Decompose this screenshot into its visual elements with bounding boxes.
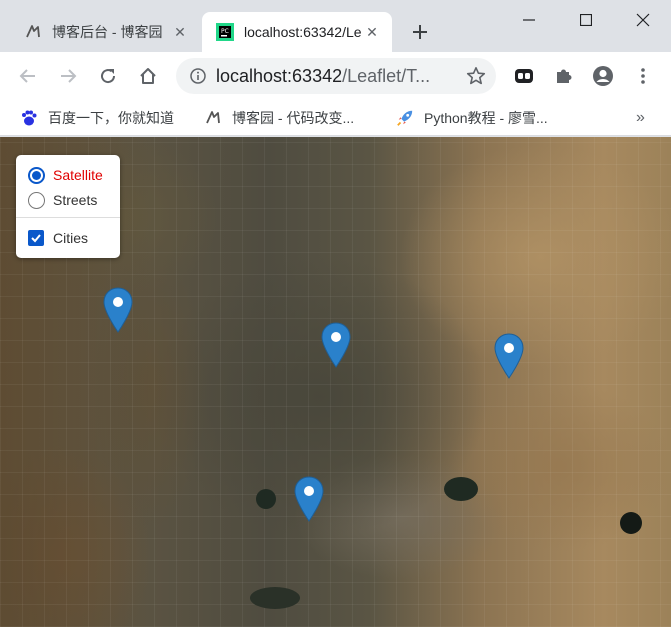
bookmarks-bar: 百度一下，你就知道 博客园 - 代码改变... Python教程 - 廖雪...…: [0, 100, 671, 136]
star-icon[interactable]: [466, 66, 486, 86]
plus-icon[interactable]: [406, 18, 434, 46]
overlay-cities[interactable]: Cities: [28, 228, 88, 248]
layers-separator: [16, 217, 120, 218]
checkbox-cities[interactable]: [28, 230, 44, 246]
back-icon[interactable]: [14, 62, 42, 90]
tab-strip: 博客后台 - 博客园 ✕ PC localhost:63342/Leaflet/…: [0, 0, 671, 52]
map-marker-icon[interactable]: [321, 322, 351, 368]
map-marker-icon[interactable]: [494, 333, 524, 379]
map-lake: [250, 587, 300, 609]
home-icon[interactable]: [134, 62, 162, 90]
rocket-icon: [396, 109, 414, 127]
tab-close-icon[interactable]: ✕: [362, 22, 382, 42]
forward-icon[interactable]: [54, 62, 82, 90]
bookmark-baidu[interactable]: 百度一下，你就知道: [20, 108, 174, 128]
layer-label-streets: Streets: [53, 192, 98, 208]
map-lake: [444, 477, 478, 501]
profile-icon[interactable]: [589, 62, 617, 90]
reload-icon[interactable]: [94, 62, 122, 90]
radio-satellite[interactable]: [28, 166, 45, 184]
address-bar[interactable]: localhost:63342/Leaflet/T...: [176, 58, 496, 94]
layer-label-cities: Cities: [53, 230, 89, 246]
menu-icon[interactable]: [629, 62, 657, 90]
tab-localhost[interactable]: PC localhost:63342/Leaflet/T ✕: [202, 12, 392, 52]
close-icon[interactable]: [614, 0, 671, 40]
layers-control: Satellite Streets Cities: [16, 155, 120, 258]
bookmark-label: 百度一下，你就知道: [48, 110, 174, 126]
cnblogs-icon: [204, 109, 222, 127]
map-marker-icon[interactable]: [294, 476, 324, 522]
map-marker-icon[interactable]: [103, 287, 133, 333]
bookmark-python[interactable]: Python教程 - 廖雪...: [396, 108, 548, 128]
extension-icon[interactable]: [510, 62, 538, 90]
base-layer-satellite[interactable]: Satellite: [28, 165, 103, 185]
bookmarks-overflow-button[interactable]: »: [636, 108, 645, 128]
address-path: /Leaflet/T...: [342, 65, 431, 86]
bookmark-label: Python教程 - 廖雪...: [424, 110, 548, 126]
tab-close-icon[interactable]: ✕: [170, 22, 190, 42]
browser-toolbar: localhost:63342/Leaflet/T...: [0, 52, 671, 100]
maximize-icon[interactable]: [557, 0, 614, 40]
base-layer-streets[interactable]: Streets: [28, 190, 97, 210]
map-lake: [620, 512, 642, 534]
bookmark-label: 博客园 - 代码改变...: [232, 110, 355, 126]
svg-text:PC: PC: [221, 28, 229, 35]
radio-streets[interactable]: [28, 191, 45, 209]
address-host: localhost:63342: [216, 65, 343, 86]
map-lake: [256, 489, 276, 509]
bookmark-cnblogs[interactable]: 博客园 - 代码改变...: [204, 108, 354, 128]
pycharm-icon: PC: [216, 23, 234, 41]
baidu-icon: [20, 109, 38, 127]
address-url[interactable]: localhost:63342/Leaflet/T...: [216, 66, 452, 87]
cnblogs-icon: [24, 23, 42, 41]
tab-title: localhost:63342/Leaflet/T: [244, 24, 362, 40]
info-icon[interactable]: [190, 68, 206, 84]
puzzle-icon[interactable]: [550, 62, 578, 90]
layer-label-satellite: Satellite: [53, 167, 103, 183]
browser-window: 博客后台 - 博客园 ✕ PC localhost:63342/Leaflet/…: [0, 0, 671, 627]
tab-blog-admin[interactable]: 博客后台 - 博客园 ✕: [10, 12, 200, 52]
tab-title: 博客后台 - 博客园: [52, 24, 163, 40]
minimize-icon[interactable]: [500, 0, 557, 40]
